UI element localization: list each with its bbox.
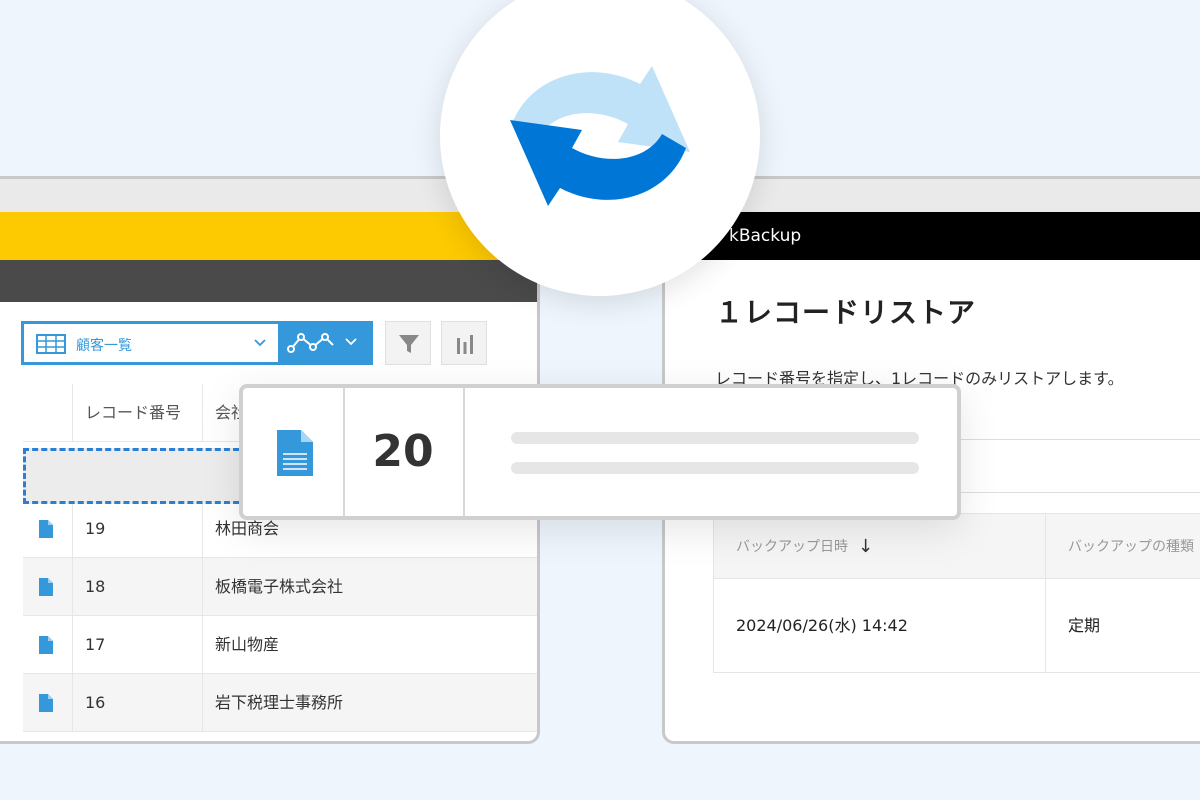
view-selector-label: 顧客一覧	[76, 338, 132, 354]
table-row[interactable]: 18 板橋電子株式会社	[23, 558, 537, 616]
page-title: １レコードリストア	[715, 296, 977, 329]
app-nav-bar	[0, 260, 537, 302]
record-detail-link[interactable]	[23, 500, 73, 558]
table-row[interactable]: 16 岩下税理士事務所	[23, 674, 537, 732]
header-backup-type[interactable]: バックアップの種類	[1046, 514, 1200, 578]
restored-record-number: 20	[343, 388, 465, 516]
table-header-icon-col	[23, 384, 73, 442]
restored-record-icon-cell	[243, 388, 345, 516]
chevron-down-icon	[345, 338, 357, 346]
backup-table-header: バックアップ日時 ↓ バックアップの種類	[713, 513, 1200, 579]
table-icon	[36, 334, 66, 354]
record-number-cell: 16	[73, 674, 203, 732]
company-cell: 新山物産	[215, 635, 280, 654]
table-header-record-number[interactable]: レコード番号	[73, 384, 203, 442]
chevron-down-icon	[254, 339, 266, 347]
funnel-icon	[399, 335, 419, 353]
header-backup-datetime[interactable]: バックアップ日時 ↓	[714, 514, 1046, 578]
record-detail-link[interactable]	[23, 616, 73, 674]
graph-view-button[interactable]	[281, 321, 373, 365]
header-backup-datetime-label: バックアップ日時	[736, 539, 848, 555]
chart-button[interactable]	[441, 321, 487, 365]
document-icon	[39, 636, 53, 654]
document-icon	[39, 694, 53, 712]
placeholder-text-line	[511, 462, 919, 474]
placeholder-text-line	[511, 432, 919, 444]
company-cell: 岩下税理士事務所	[215, 693, 344, 712]
app-header-bar	[0, 212, 537, 260]
backup-datetime-cell: 2024/06/26(水) 14:42	[714, 579, 1046, 672]
table-row[interactable]: 2024/06/26(水) 14:42 定期	[713, 579, 1200, 673]
record-number-cell: 17	[73, 616, 203, 674]
table-row[interactable]: 17 新山物産	[23, 616, 537, 674]
line-graph-icon	[287, 333, 334, 353]
bar-chart-icon	[457, 335, 473, 354]
record-number-cell: 18	[73, 558, 203, 616]
record-number-cell: 19	[73, 500, 203, 558]
view-selector[interactable]: 顧客一覧	[21, 321, 281, 365]
backup-type-cell: 定期	[1068, 616, 1101, 635]
record-detail-link[interactable]	[23, 558, 73, 616]
document-icon	[39, 578, 53, 596]
sync-icon	[510, 66, 690, 206]
record-detail-link[interactable]	[23, 674, 73, 732]
filter-button[interactable]	[385, 321, 431, 365]
restored-record-card: 20	[239, 384, 961, 520]
kbackup-brand: kBackup	[729, 226, 802, 246]
document-icon	[39, 520, 53, 538]
sort-arrow-down-icon[interactable]: ↓	[858, 514, 873, 580]
company-cell: 板橋電子株式会社	[215, 577, 344, 596]
document-icon	[277, 430, 313, 476]
